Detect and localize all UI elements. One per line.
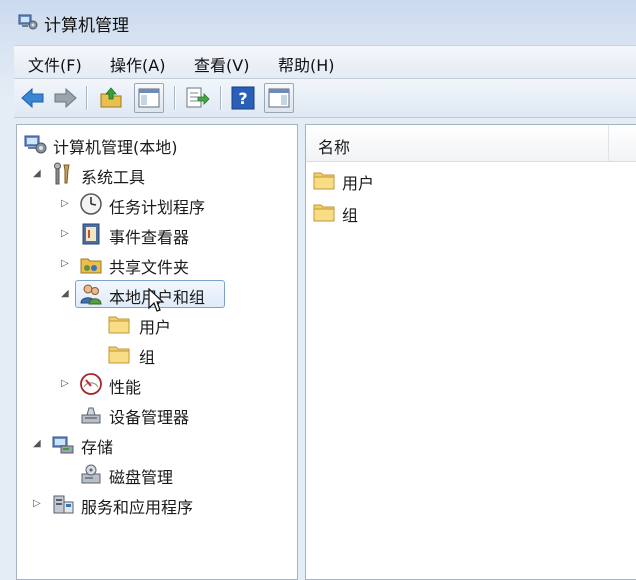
collapsed-arrow-icon[interactable]: ▷ xyxy=(61,228,69,239)
up-folder-icon[interactable] xyxy=(98,85,124,111)
back-arrow-icon[interactable] xyxy=(20,85,46,111)
tree-label: 存储 xyxy=(81,438,114,457)
folder-icon xyxy=(108,316,130,334)
mouse-cursor-icon xyxy=(148,288,165,312)
computer-management-icon xyxy=(18,14,38,30)
toolbar: ? xyxy=(14,79,636,118)
toolbar-separator xyxy=(86,86,87,110)
folder-icon xyxy=(313,204,335,222)
column-header-label: 名称 xyxy=(318,138,351,157)
clock-icon xyxy=(80,193,102,215)
svg-text:?: ? xyxy=(238,89,247,108)
tree-item-storage[interactable]: ◢ 存储 xyxy=(21,431,291,457)
folder-icon xyxy=(313,172,335,190)
shared-folder-icon xyxy=(80,258,102,274)
computer-management-window: 计算机管理 文件(F) 操作(A) 查看(V) 帮助(H) ? 计算机管理(本地… xyxy=(0,0,636,580)
tree-item-event-viewer[interactable]: ▷ 事件查看器 xyxy=(21,221,291,247)
users-group-icon xyxy=(80,284,102,305)
column-divider[interactable] xyxy=(608,125,609,161)
tree-label: 服务和应用程序 xyxy=(81,498,194,517)
computer-management-icon xyxy=(24,135,47,154)
forward-arrow-icon[interactable] xyxy=(52,85,78,111)
event-viewer-icon xyxy=(82,223,100,245)
tree-item-users[interactable]: 用户 xyxy=(21,311,291,337)
performance-gauge-icon xyxy=(80,373,102,395)
tree-item-performance[interactable]: ▷ 性能 xyxy=(21,371,291,397)
toolbar-separator xyxy=(220,86,221,110)
tree-item-shared-folders[interactable]: ▷ 共享文件夹 xyxy=(21,251,291,277)
tree-item-system-tools[interactable]: ◢ 系统工具 xyxy=(21,161,291,187)
column-header-name[interactable]: 名称 xyxy=(306,125,636,162)
collapsed-arrow-icon[interactable]: ▷ xyxy=(61,198,69,209)
expanded-arrow-icon[interactable]: ◢ xyxy=(61,288,69,299)
list-item-groups[interactable]: 组 xyxy=(312,199,512,225)
tree-label: 任务计划程序 xyxy=(109,198,206,217)
menu-bar: 文件(F) 操作(A) 查看(V) 帮助(H) xyxy=(14,45,636,79)
export-list-icon[interactable] xyxy=(184,85,210,111)
action-pane-icon xyxy=(268,88,290,108)
tree-label: 计算机管理(本地) xyxy=(53,138,178,157)
tree-label: 组 xyxy=(139,348,156,367)
collapsed-arrow-icon[interactable]: ▷ xyxy=(33,498,41,509)
menu-file[interactable]: 文件(F) xyxy=(28,52,82,76)
tree-label: 磁盘管理 xyxy=(109,468,174,487)
tree-label: 用户 xyxy=(139,318,172,337)
disk-management-icon xyxy=(81,464,101,484)
tree-item-root[interactable]: 计算机管理(本地) xyxy=(21,131,291,157)
title-bar[interactable]: 计算机管理 xyxy=(0,0,636,42)
tree-label: 共享文件夹 xyxy=(109,258,190,277)
tree-label: 系统工具 xyxy=(81,168,146,187)
tree-item-task-scheduler[interactable]: ▷ 任务计划程序 xyxy=(21,191,291,217)
list-item-users[interactable]: 用户 xyxy=(312,167,512,193)
expanded-arrow-icon[interactable]: ◢ xyxy=(33,168,41,179)
window-title: 计算机管理 xyxy=(44,16,129,36)
console-tree-icon xyxy=(138,88,160,108)
services-icon xyxy=(53,495,74,514)
show-hide-tree-button[interactable] xyxy=(134,83,164,113)
tree-item-device-manager[interactable]: 设备管理器 xyxy=(21,401,291,427)
tree-label: 性能 xyxy=(109,378,142,397)
folder-icon xyxy=(108,346,130,364)
menu-help[interactable]: 帮助(H) xyxy=(278,52,335,76)
tools-icon xyxy=(54,162,70,185)
tree-item-groups[interactable]: 组 xyxy=(21,341,291,367)
collapsed-arrow-icon[interactable]: ▷ xyxy=(61,258,69,269)
menu-action[interactable]: 操作(A) xyxy=(110,52,165,76)
help-icon[interactable]: ? xyxy=(230,85,256,111)
show-hide-action-pane-button[interactable] xyxy=(264,83,294,113)
toolbar-separator xyxy=(174,86,175,110)
expanded-arrow-icon[interactable]: ◢ xyxy=(33,438,41,449)
tree-item-services-apps[interactable]: ▷ 服务和应用程序 xyxy=(21,491,291,517)
console-tree: 计算机管理(本地) ◢ 系统工具 ▷ 任务计划程序 ▷ 事件查看器 ▷ 共享文件… xyxy=(16,124,298,580)
device-manager-icon xyxy=(81,407,101,424)
menu-view[interactable]: 查看(V) xyxy=(194,52,249,76)
collapsed-arrow-icon[interactable]: ▷ xyxy=(61,378,69,389)
list-item-label: 组 xyxy=(342,206,359,225)
tree-label: 设备管理器 xyxy=(109,408,190,427)
storage-icon xyxy=(52,436,74,454)
details-pane: 名称 用户 组 xyxy=(305,124,636,580)
tree-label: 事件查看器 xyxy=(109,228,190,247)
list-item-label: 用户 xyxy=(342,174,375,193)
tree-item-disk-management[interactable]: 磁盘管理 xyxy=(21,461,291,487)
